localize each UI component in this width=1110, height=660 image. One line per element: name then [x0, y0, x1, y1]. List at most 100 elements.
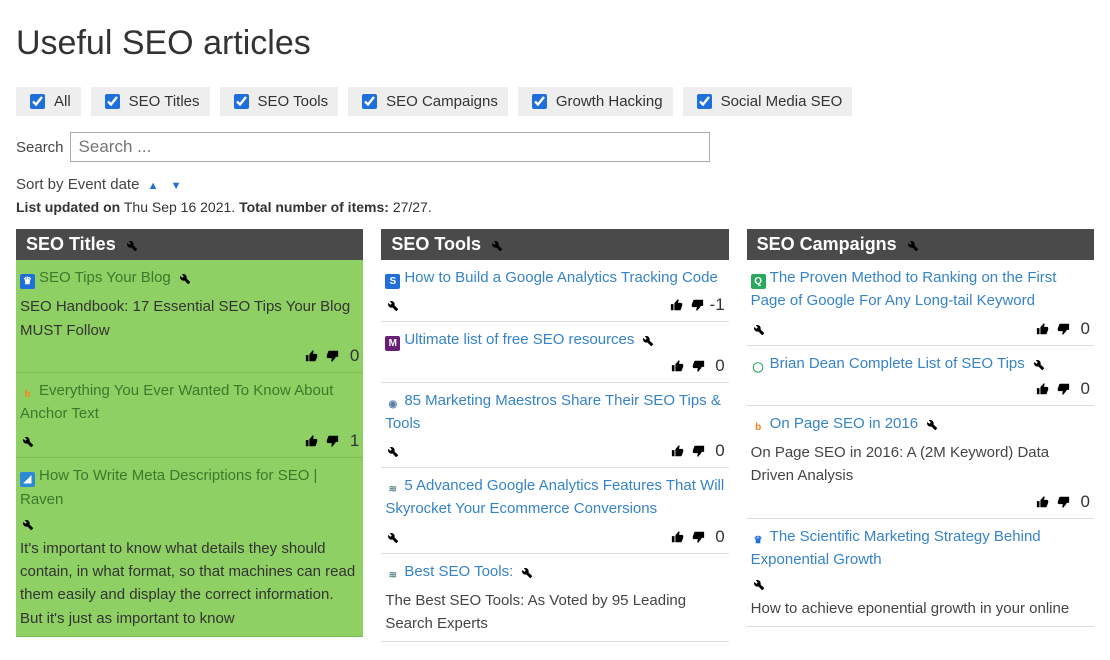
- favicon: ◯: [751, 360, 766, 375]
- thumb-down-icon[interactable]: [1056, 322, 1070, 336]
- vote-count: 0: [345, 346, 359, 366]
- wrench-icon[interactable]: [489, 238, 503, 252]
- wrench-icon[interactable]: [751, 577, 765, 591]
- card-link[interactable]: On Page SEO in 2016: [770, 415, 918, 432]
- updated-value: Thu Sep 16 2021.: [124, 199, 235, 215]
- close-icon[interactable]: [775, 322, 789, 336]
- wrench-icon[interactable]: [905, 238, 919, 252]
- card-link[interactable]: Brian Dean Complete List of SEO Tips: [770, 355, 1025, 372]
- thumb-up-icon[interactable]: [671, 444, 685, 458]
- filter-checkbox[interactable]: [105, 94, 120, 109]
- card-link[interactable]: 5 Advanced Google Analytics Features Tha…: [385, 477, 724, 517]
- thumb-down-icon[interactable]: [691, 359, 705, 373]
- search-input[interactable]: [70, 132, 710, 162]
- wrench-icon[interactable]: [124, 238, 138, 252]
- card-link[interactable]: Everything You Ever Wanted To Know About…: [20, 382, 333, 422]
- sort-row: Sort by Event date ▲ ▼: [16, 176, 1094, 193]
- card-title-row: ◢How To Write Meta Descriptions for SEO …: [20, 464, 359, 511]
- favicon: ♛: [20, 274, 35, 289]
- sort-asc-icon[interactable]: ▲: [144, 180, 163, 192]
- wrench-icon[interactable]: [385, 444, 399, 458]
- filter-checkbox[interactable]: [234, 94, 249, 109]
- thumb-up-icon[interactable]: [305, 434, 319, 448]
- card-link[interactable]: The Proven Method to Ranking on the Firs…: [751, 269, 1057, 309]
- close-icon[interactable]: [44, 517, 58, 531]
- filter-chip-seo-tools[interactable]: SEO Tools: [220, 87, 339, 116]
- close-icon[interactable]: [409, 444, 423, 458]
- thumb-down-icon[interactable]: [691, 444, 705, 458]
- thumb-up-icon[interactable]: [1036, 495, 1050, 509]
- vote-count: 0: [711, 356, 725, 376]
- wrench-icon[interactable]: [924, 417, 938, 431]
- wrench-icon[interactable]: [519, 565, 533, 579]
- filter-chip-all[interactable]: All: [16, 87, 81, 116]
- card-description: The Best SEO Tools: As Voted by 95 Leadi…: [385, 589, 724, 636]
- filter-chip-seo-campaigns[interactable]: SEO Campaigns: [348, 87, 508, 116]
- close-icon[interactable]: [409, 298, 423, 312]
- thumb-up-icon[interactable]: [671, 359, 685, 373]
- vote-row: 0: [1036, 319, 1090, 339]
- close-icon[interactable]: [654, 333, 668, 347]
- close-icon[interactable]: [44, 434, 58, 448]
- wrench-icon[interactable]: [751, 322, 765, 336]
- wrench-icon[interactable]: [177, 271, 191, 285]
- sort-desc-icon[interactable]: ▼: [167, 180, 186, 192]
- column-seo-titles: SEO Titles♛SEO Tips Your BlogSEO Handboo…: [16, 229, 363, 642]
- thumb-up-icon[interactable]: [1036, 382, 1050, 396]
- vote-count: 0: [1076, 492, 1090, 512]
- vote-row: 1: [305, 431, 359, 451]
- close-icon[interactable]: [191, 271, 205, 285]
- favicon: ◢: [20, 472, 35, 487]
- thumb-down-icon[interactable]: [691, 530, 705, 544]
- thumb-down-icon[interactable]: [325, 434, 339, 448]
- search-label: Search: [16, 139, 64, 156]
- card-link[interactable]: 85 Marketing Maestros Share Their SEO Ti…: [385, 392, 721, 432]
- card-link[interactable]: Ultimate list of free SEO resources: [404, 331, 634, 348]
- close-icon[interactable]: [1045, 357, 1059, 371]
- wrench-icon[interactable]: [385, 298, 399, 312]
- filter-checkbox[interactable]: [30, 94, 45, 109]
- vote-count: 1: [345, 431, 359, 451]
- thumb-up-icon[interactable]: [1036, 322, 1050, 336]
- card-link[interactable]: How to Build a Google Analytics Tracking…: [404, 269, 718, 286]
- card: bEverything You Ever Wanted To Know Abou…: [16, 373, 363, 459]
- thumb-down-icon[interactable]: [690, 298, 704, 312]
- filter-checkbox[interactable]: [697, 94, 712, 109]
- card-link[interactable]: Best SEO Tools:: [404, 563, 513, 580]
- filter-chip-social-media-seo[interactable]: Social Media SEO: [683, 87, 853, 116]
- close-icon[interactable]: [409, 530, 423, 544]
- wrench-icon[interactable]: [1031, 357, 1045, 371]
- card: ♛The Scientific Marketing Strategy Behin…: [747, 519, 1094, 628]
- wrench-icon[interactable]: [20, 434, 34, 448]
- close-icon[interactable]: [775, 577, 789, 591]
- card-link[interactable]: SEO Tips Your Blog: [39, 269, 171, 286]
- thumb-down-icon[interactable]: [1056, 495, 1070, 509]
- thumb-up-icon[interactable]: [670, 298, 684, 312]
- status-row: List updated on Thu Sep 16 2021. Total n…: [16, 199, 1094, 215]
- vote-count: 0: [1076, 319, 1090, 339]
- column-title: SEO Titles: [26, 234, 116, 255]
- vote-row: 0: [385, 356, 724, 376]
- close-icon[interactable]: [533, 565, 547, 579]
- filter-checkbox[interactable]: [532, 94, 547, 109]
- vote-row: 0: [20, 346, 359, 366]
- filter-chip-seo-titles[interactable]: SEO Titles: [91, 87, 210, 116]
- card-link[interactable]: The Scientific Marketing Strategy Behind…: [751, 528, 1041, 568]
- card-link[interactable]: How To Write Meta Descriptions for SEO |…: [20, 467, 317, 507]
- wrench-icon[interactable]: [640, 333, 654, 347]
- thumb-down-icon[interactable]: [325, 349, 339, 363]
- tool-row: [751, 577, 1090, 591]
- wrench-icon[interactable]: [385, 530, 399, 544]
- card-title-row: ≋5 Advanced Google Analytics Features Th…: [385, 474, 724, 521]
- filter-chip-growth-hacking[interactable]: Growth Hacking: [518, 87, 673, 116]
- filter-checkbox[interactable]: [362, 94, 377, 109]
- sort-label: Sort by: [16, 176, 64, 193]
- wrench-icon[interactable]: [20, 517, 34, 531]
- thumb-up-icon[interactable]: [671, 530, 685, 544]
- thumb-down-icon[interactable]: [1056, 382, 1070, 396]
- thumb-up-icon[interactable]: [305, 349, 319, 363]
- favicon: Q: [751, 274, 766, 289]
- tool-row: [20, 517, 359, 531]
- favicon: b: [751, 420, 766, 435]
- close-icon[interactable]: [938, 417, 952, 431]
